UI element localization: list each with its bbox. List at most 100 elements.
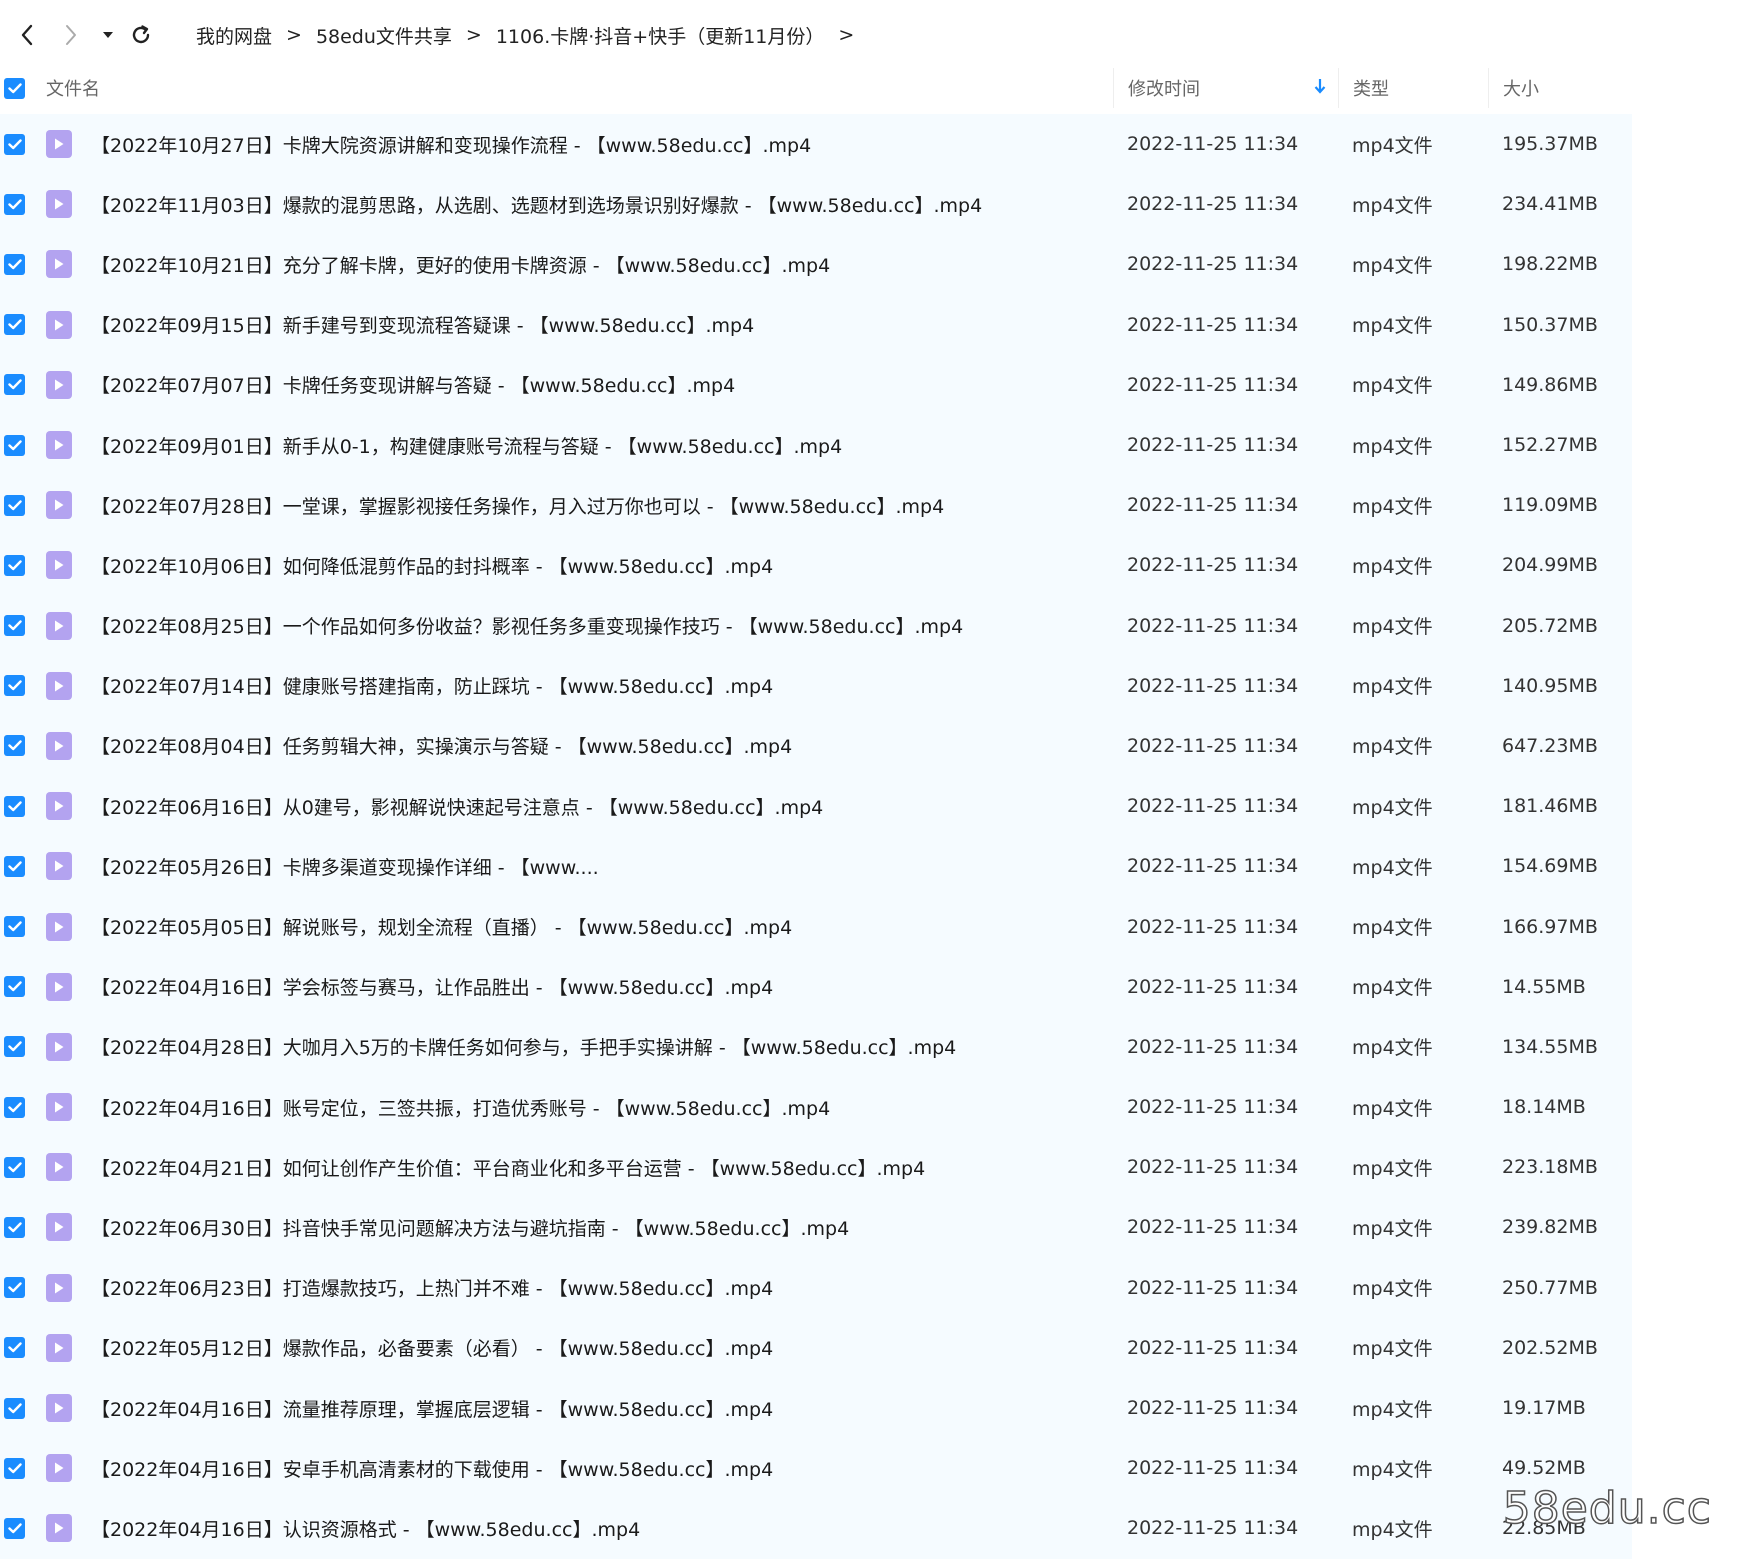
table-row[interactable]: 【2022年07月07日】卡牌任务变现讲解与答疑 - 【www.58edu.cc… [0,355,1632,415]
video-file-icon [46,130,91,158]
file-name[interactable]: 【2022年07月28日】一堂课，掌握影视接任务操作，月入过万你也可以 - 【w… [91,492,1113,519]
file-name[interactable]: 【2022年04月28日】大咖月入5万的卡牌任务如何参与，手把手实操讲解 - 【… [91,1033,1113,1060]
file-name[interactable]: 【2022年05月05日】解说账号，规划全流程（直播） - 【www.58edu… [91,913,1113,940]
table-row[interactable]: 【2022年04月21日】如何让创作产生价值：平台商业化和多平台运营 - 【ww… [0,1137,1632,1197]
table-row[interactable]: 【2022年04月16日】认识资源格式 - 【www.58edu.cc】.mp4… [0,1498,1632,1558]
select-all-checkbox[interactable] [0,78,46,99]
row-checkbox[interactable] [0,1398,46,1419]
file-name[interactable]: 【2022年04月16日】安卓手机高清素材的下载使用 - 【www.58edu.… [91,1455,1113,1482]
file-name[interactable]: 【2022年09月01日】新手从0-1，构建健康账号流程与答疑 - 【www.5… [91,432,1113,459]
file-name[interactable]: 【2022年08月25日】一个作品如何多份收益？影视任务多重变现操作技巧 - 【… [91,612,1113,639]
table-row[interactable]: 【2022年10月21日】充分了解卡牌，更好的使用卡牌资源 - 【www.58e… [0,234,1632,294]
table-row[interactable]: 【2022年06月30日】抖音快手常见问题解决方法与避坑指南 - 【www.58… [0,1197,1632,1257]
row-checkbox[interactable] [0,856,46,877]
row-checkbox[interactable] [0,796,46,817]
file-modified-time: 2022-11-25 11:34 [1113,1517,1338,1539]
back-icon[interactable] [10,18,44,52]
table-row[interactable]: 【2022年10月06日】如何降低混剪作品的封抖概率 - 【www.58edu.… [0,535,1632,595]
table-row[interactable]: 【2022年04月16日】账号定位，三签共振，打造优秀账号 - 【www.58e… [0,1077,1632,1137]
video-file-icon [46,612,91,640]
file-name[interactable]: 【2022年06月30日】抖音快手常见问题解决方法与避坑指南 - 【www.58… [91,1214,1113,1241]
video-file-icon [46,431,91,459]
file-name[interactable]: 【2022年04月16日】流量推荐原理，掌握底层逻辑 - 【www.58edu.… [91,1395,1113,1422]
file-size: 14.55MB [1488,976,1632,998]
row-checkbox[interactable] [0,916,46,937]
file-name[interactable]: 【2022年08月04日】任务剪辑大神，实操演示与答疑 - 【www.58edu… [91,732,1113,759]
row-checkbox[interactable] [0,1157,46,1178]
file-name[interactable]: 【2022年07月07日】卡牌任务变现讲解与答疑 - 【www.58edu.cc… [91,371,1113,398]
file-name[interactable]: 【2022年06月16日】从0建号，影视解说快速起号注意点 - 【www.58e… [91,793,1113,820]
table-row[interactable]: 【2022年08月04日】任务剪辑大神，实操演示与答疑 - 【www.58edu… [0,716,1632,776]
table-row[interactable]: 【2022年04月16日】安卓手机高清素材的下载使用 - 【www.58edu.… [0,1438,1632,1498]
table-row[interactable]: 【2022年04月16日】学会标签与赛马，让作品胜出 - 【www.58edu.… [0,957,1632,1017]
breadcrumb-separator: > [466,24,482,46]
table-row[interactable]: 【2022年06月16日】从0建号，影视解说快速起号注意点 - 【www.58e… [0,776,1632,836]
breadcrumb-item[interactable]: 1106.卡牌·抖音+快手（更新11月份） [496,22,825,49]
sort-desc-icon[interactable] [1314,78,1326,99]
row-checkbox[interactable] [0,194,46,215]
file-type: mp4文件 [1338,612,1488,639]
breadcrumb-item[interactable]: 我的网盘 [196,22,272,49]
dropdown-icon[interactable] [98,18,118,52]
refresh-icon[interactable] [124,18,158,52]
table-row[interactable]: 【2022年04月16日】流量推荐原理，掌握底层逻辑 - 【www.58edu.… [0,1378,1632,1438]
file-name[interactable]: 【2022年10月21日】充分了解卡牌，更好的使用卡牌资源 - 【www.58e… [91,251,1113,278]
row-checkbox[interactable] [0,495,46,516]
table-row[interactable]: 【2022年08月25日】一个作品如何多份收益？影视任务多重变现操作技巧 - 【… [0,596,1632,656]
table-row[interactable]: 【2022年09月15日】新手建号到变现流程答疑课 - 【www.58edu.c… [0,295,1632,355]
row-checkbox[interactable] [0,1036,46,1057]
row-checkbox[interactable] [0,134,46,155]
file-size: 150.37MB [1488,314,1632,336]
table-row[interactable]: 【2022年06月23日】打造爆款技巧，上热门并不难 - 【www.58edu.… [0,1258,1632,1318]
file-name[interactable]: 【2022年05月26日】卡牌多渠道变现操作详细 - 【www.... [91,853,1113,880]
forward-icon[interactable] [54,18,88,52]
breadcrumb: 我的网盘 > 58edu文件共享 > 1106.卡牌·抖音+快手（更新11月份）… [196,22,868,49]
table-row[interactable]: 【2022年10月27日】卡牌大院资源讲解和变现操作流程 - 【www.58ed… [0,114,1632,174]
file-list: 文件名 修改时间 类型 大小 【2022年10月27日】卡牌大院资源讲解和变现操… [0,62,1632,1559]
table-row[interactable]: 【2022年05月26日】卡牌多渠道变现操作详细 - 【www....2022-… [0,836,1632,896]
row-checkbox[interactable] [0,1277,46,1298]
table-row[interactable]: 【2022年05月05日】解说账号，规划全流程（直播） - 【www.58edu… [0,896,1632,956]
row-checkbox[interactable] [0,1458,46,1479]
table-row[interactable]: 【2022年09月01日】新手从0-1，构建健康账号流程与答疑 - 【www.5… [0,415,1632,475]
file-name[interactable]: 【2022年11月03日】爆款的混剪思路，从选剧、选题材到选场景识别好爆款 - … [91,191,1113,218]
row-checkbox[interactable] [0,555,46,576]
column-header-name[interactable]: 文件名 [46,75,1113,101]
column-header-time[interactable]: 修改时间 [1113,68,1338,108]
column-header-size[interactable]: 大小 [1488,68,1632,108]
table-row[interactable]: 【2022年11月03日】爆款的混剪思路，从选剧、选题材到选场景识别好爆款 - … [0,174,1632,234]
row-checkbox[interactable] [0,615,46,636]
file-name[interactable]: 【2022年10月06日】如何降低混剪作品的封抖概率 - 【www.58edu.… [91,552,1113,579]
row-checkbox[interactable] [0,314,46,335]
video-file-icon [46,1213,91,1241]
file-name[interactable]: 【2022年10月27日】卡牌大院资源讲解和变现操作流程 - 【www.58ed… [91,131,1113,158]
row-checkbox[interactable] [0,1337,46,1358]
table-row[interactable]: 【2022年07月14日】健康账号搭建指南，防止踩坑 - 【www.58edu.… [0,656,1632,716]
row-checkbox[interactable] [0,1518,46,1539]
breadcrumb-item[interactable]: 58edu文件共享 [316,22,452,49]
file-name[interactable]: 【2022年04月16日】学会标签与赛马，让作品胜出 - 【www.58edu.… [91,973,1113,1000]
row-checkbox[interactable] [0,1217,46,1238]
row-checkbox[interactable] [0,374,46,395]
file-modified-time: 2022-11-25 11:34 [1113,253,1338,275]
row-checkbox[interactable] [0,1097,46,1118]
table-row[interactable]: 【2022年04月28日】大咖月入5万的卡牌任务如何参与，手把手实操讲解 - 【… [0,1017,1632,1077]
file-name[interactable]: 【2022年05月12日】爆款作品，必备要素（必看） - 【www.58edu.… [91,1334,1113,1361]
file-name[interactable]: 【2022年06月23日】打造爆款技巧，上热门并不难 - 【www.58edu.… [91,1274,1113,1301]
row-checkbox[interactable] [0,435,46,456]
checkbox-checked-icon [4,435,25,456]
file-modified-time: 2022-11-25 11:34 [1113,133,1338,155]
file-name[interactable]: 【2022年04月21日】如何让创作产生价值：平台商业化和多平台运营 - 【ww… [91,1154,1113,1181]
row-checkbox[interactable] [0,735,46,756]
file-name[interactable]: 【2022年09月15日】新手建号到变现流程答疑课 - 【www.58edu.c… [91,311,1113,338]
row-checkbox[interactable] [0,675,46,696]
file-name[interactable]: 【2022年04月16日】认识资源格式 - 【www.58edu.cc】.mp4 [91,1515,1113,1542]
table-row[interactable]: 【2022年07月28日】一堂课，掌握影视接任务操作，月入过万你也可以 - 【w… [0,475,1632,535]
row-checkbox[interactable] [0,976,46,997]
file-name[interactable]: 【2022年07月14日】健康账号搭建指南，防止踩坑 - 【www.58edu.… [91,672,1113,699]
file-name[interactable]: 【2022年04月16日】账号定位，三签共振，打造优秀账号 - 【www.58e… [91,1094,1113,1121]
row-checkbox[interactable] [0,254,46,275]
table-row[interactable]: 【2022年05月12日】爆款作品，必备要素（必看） - 【www.58edu.… [0,1318,1632,1378]
column-header-type[interactable]: 类型 [1338,68,1488,108]
file-type: mp4文件 [1338,1455,1488,1482]
